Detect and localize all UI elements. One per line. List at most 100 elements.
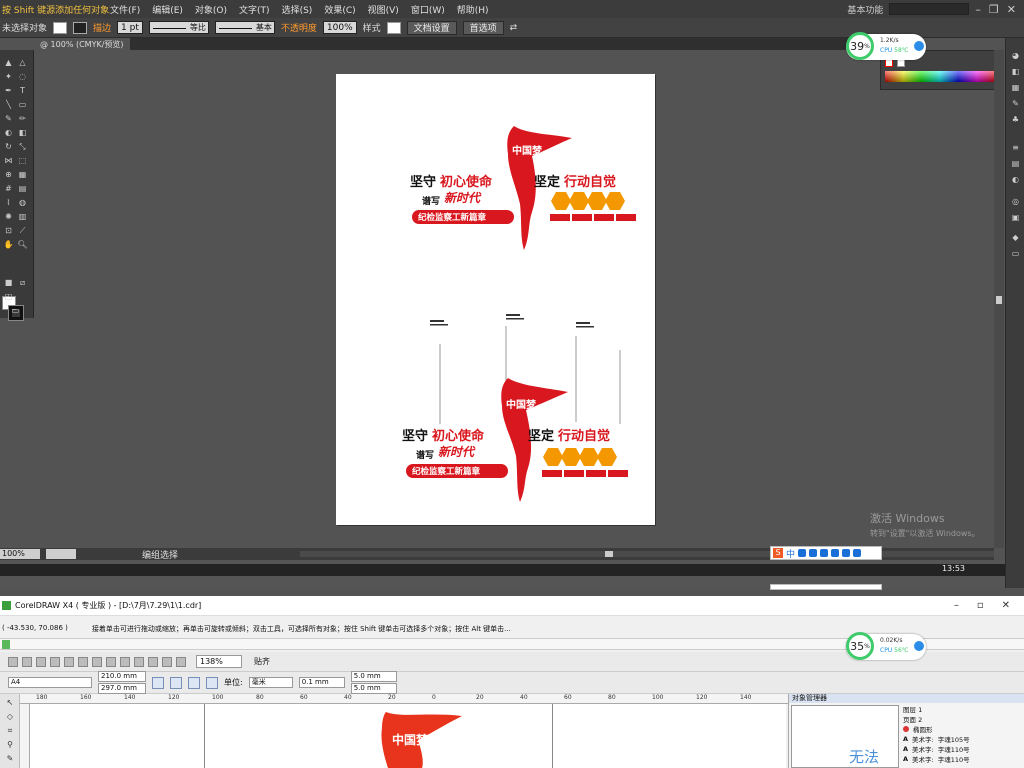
- save-icon[interactable]: [36, 656, 46, 667]
- paper-size-select[interactable]: A4: [8, 677, 92, 688]
- sogou-icon[interactable]: S: [773, 548, 783, 558]
- cdr-minimize-icon[interactable]: –: [954, 600, 959, 611]
- gradient-panel-icon[interactable]: ▤: [1010, 160, 1021, 168]
- object-row[interactable]: 椭圆形: [903, 724, 1024, 734]
- appearance-icon[interactable]: ◎: [1010, 198, 1021, 206]
- stroke-label[interactable]: 描边: [93, 21, 111, 34]
- print-icon[interactable]: [50, 656, 60, 667]
- none-mode-icon[interactable]: ⧄: [17, 278, 28, 287]
- gradient-tool-icon[interactable]: ▤: [17, 184, 28, 193]
- zoom-tool-icon[interactable]: 🔍︎: [17, 240, 28, 249]
- vertical-scrollbar[interactable]: [994, 50, 1004, 548]
- close-icon[interactable]: ✕: [1007, 3, 1016, 16]
- brush-select[interactable]: 基本: [214, 21, 275, 34]
- page-width-input[interactable]: 210.0 mm: [98, 671, 146, 682]
- line-tool-icon[interactable]: ╲: [3, 100, 14, 109]
- arrange-icon[interactable]: ⇄: [510, 23, 518, 33]
- hand-tool-icon[interactable]: ✋: [3, 240, 14, 249]
- eraser-icon[interactable]: ◧: [17, 128, 28, 137]
- doc-icon[interactable]: [2, 640, 10, 649]
- snap-to-select[interactable]: 贴齐: [254, 656, 270, 667]
- color-mode-icon[interactable]: ■: [3, 278, 14, 287]
- artboards-icon[interactable]: ▭: [1010, 250, 1021, 258]
- preferences-button[interactable]: 首选项: [462, 20, 504, 35]
- artboard-nav[interactable]: [46, 549, 76, 559]
- artboard-tool-icon[interactable]: ⊡: [3, 226, 14, 235]
- blob-brush-icon[interactable]: ◐: [3, 128, 14, 137]
- screen-mode-icon[interactable]: ▭: [10, 306, 21, 315]
- paste-icon[interactable]: [92, 656, 102, 667]
- workspace-switcher[interactable]: 基本功能: [847, 3, 883, 16]
- transparency-icon[interactable]: ◐: [1010, 176, 1021, 184]
- ime-language[interactable]: 中: [786, 547, 795, 560]
- landscape-icon[interactable]: [170, 676, 182, 689]
- swatches-icon[interactable]: ▦: [1010, 84, 1021, 92]
- symbol-sprayer-icon[interactable]: ✺: [3, 212, 14, 221]
- zoom-level-select[interactable]: 138%: [196, 655, 242, 668]
- emoji-icon[interactable]: [820, 549, 829, 557]
- menu-help[interactable]: 帮助(H): [457, 3, 489, 16]
- moon-icon[interactable]: [798, 549, 807, 557]
- scroll-thumb[interactable]: [996, 296, 1002, 304]
- open-icon[interactable]: [22, 656, 32, 667]
- settings-icon[interactable]: [853, 549, 862, 557]
- perspective-grid-icon[interactable]: ▦: [17, 170, 28, 179]
- unit-select[interactable]: 毫米: [248, 677, 293, 688]
- layers-icon[interactable]: ◆: [1010, 234, 1021, 242]
- all-pages-icon[interactable]: [188, 676, 200, 689]
- undo-icon[interactable]: [106, 656, 116, 667]
- object-row[interactable]: A 美术字: 字魂110号: [903, 744, 1024, 754]
- rotate-tool-icon[interactable]: ↻: [3, 142, 14, 151]
- cpu-monitor-widget[interactable]: 35% 0.02K/s CPU 56℃: [846, 632, 926, 660]
- nudge-input[interactable]: 0.1 mm: [298, 677, 345, 688]
- stroke-panel-icon[interactable]: ≡: [1010, 144, 1021, 152]
- portrait-icon[interactable]: [152, 676, 164, 689]
- skin-icon[interactable]: [842, 549, 851, 557]
- new-icon[interactable]: [8, 656, 18, 667]
- pen-tool-icon[interactable]: ✒: [3, 86, 14, 95]
- cdr-maximize-icon[interactable]: ▫: [977, 600, 984, 611]
- shape-builder-icon[interactable]: ⊕: [3, 170, 14, 179]
- ime-toolbar[interactable]: S 中: [770, 546, 882, 560]
- opacity-label[interactable]: 不透明度: [281, 21, 317, 34]
- free-transform-icon[interactable]: ⬚: [17, 156, 28, 165]
- cdr-close-icon[interactable]: ✕: [1002, 600, 1010, 611]
- artboard[interactable]: 中国梦 坚守 初心使命 坚定 行动自觉 谱写 新时代 纪检监察工新篇章 中国梦 …: [336, 74, 655, 525]
- eyedropper-icon[interactable]: ⌇: [3, 198, 14, 207]
- column-graph-icon[interactable]: ▥: [17, 212, 28, 221]
- mesh-tool-icon[interactable]: #: [3, 184, 14, 193]
- blend-tool-icon[interactable]: ◍: [17, 198, 28, 207]
- cut-icon[interactable]: [64, 656, 74, 667]
- menu-effect[interactable]: 效果(C): [324, 3, 355, 16]
- accelerate-icon[interactable]: [914, 41, 924, 51]
- pencil-icon[interactable]: ✏: [17, 114, 28, 123]
- copy-icon[interactable]: [78, 656, 88, 667]
- paintbrush-icon[interactable]: ✎: [3, 114, 14, 123]
- crop-tool-icon[interactable]: ⌗: [5, 726, 15, 736]
- object-row[interactable]: A 美术字: 字魂105号: [903, 734, 1024, 744]
- page-height-input[interactable]: 297.0 mm: [98, 683, 146, 694]
- cpu-monitor-widget[interactable]: 39% 1.2K/s CPU 58℃: [846, 32, 926, 60]
- stroke-weight-select[interactable]: 1 pt: [117, 21, 143, 34]
- punct-icon[interactable]: [809, 549, 818, 557]
- style-swatch[interactable]: [386, 21, 401, 34]
- pick-tool-icon[interactable]: ↖: [5, 698, 15, 708]
- hscroll-thumb[interactable]: [605, 551, 613, 557]
- cdr-zoom-icon[interactable]: ⚲: [5, 740, 15, 750]
- launcher-icon[interactable]: [162, 656, 172, 667]
- layer-row[interactable]: 页面 2: [903, 714, 1024, 724]
- minimize-icon[interactable]: –: [975, 3, 981, 16]
- opacity-input[interactable]: 100%: [322, 21, 357, 34]
- type-tool-icon[interactable]: T: [17, 86, 28, 95]
- maximize-icon[interactable]: ❐: [989, 3, 999, 16]
- current-page-icon[interactable]: [206, 676, 218, 689]
- stroke-swatch[interactable]: [73, 21, 88, 34]
- magic-wand-icon[interactable]: ✦: [3, 72, 14, 81]
- none-swatch[interactable]: [885, 59, 893, 67]
- duplicate-x-input[interactable]: 5.0 mm: [350, 671, 397, 682]
- selection-tool-icon[interactable]: ▲: [3, 58, 14, 67]
- menu-edit[interactable]: 编辑(E): [152, 3, 183, 16]
- menu-view[interactable]: 视图(V): [368, 3, 399, 16]
- rectangle-tool-icon[interactable]: ▭: [17, 100, 28, 109]
- object-row[interactable]: A 美术字: 字魂110号: [903, 754, 1024, 764]
